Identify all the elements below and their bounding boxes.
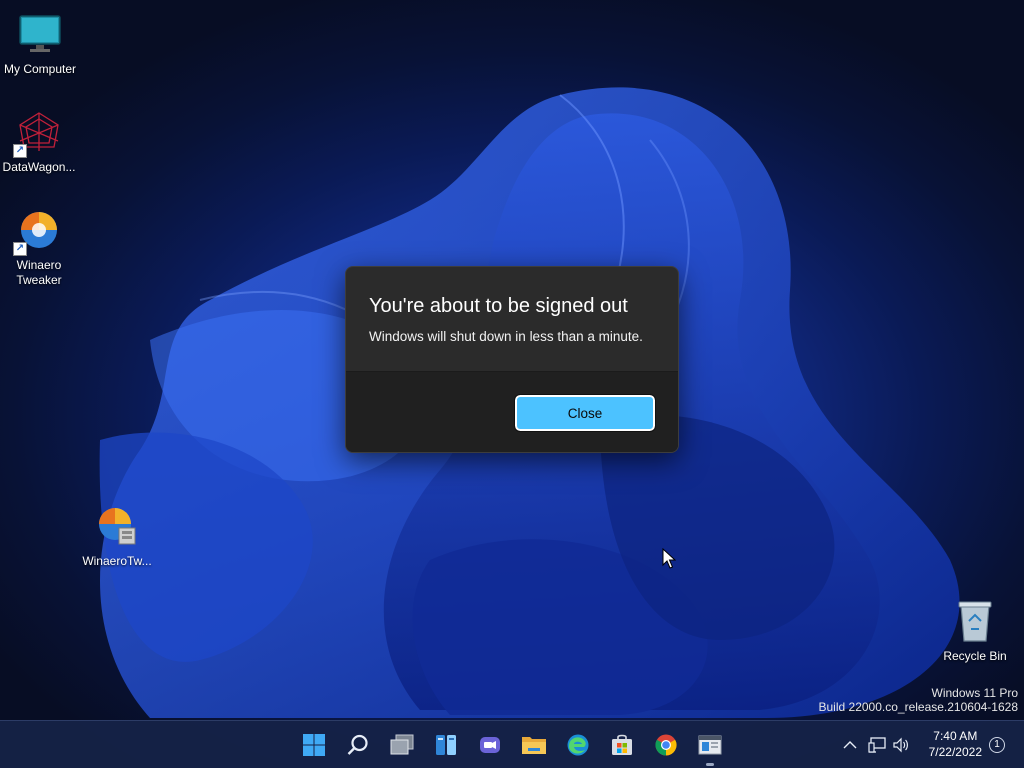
task-view-icon: [390, 734, 414, 755]
shortcut-arrow-icon: ↗: [13, 144, 27, 158]
winaero-tweaker-installer-icon: [93, 502, 141, 550]
sign-out-dialog: You're about to be signed out Windows wi…: [345, 266, 679, 453]
search-icon: [347, 734, 368, 755]
chat-icon: [480, 737, 500, 753]
desktop-icon-label: Recycle Bin: [943, 649, 1007, 663]
notification-badge[interactable]: 1: [989, 737, 1005, 753]
edge-button[interactable]: [561, 728, 595, 762]
clock-date: 7/22/2022: [928, 745, 982, 759]
chat-button[interactable]: [473, 728, 507, 762]
windows-logo-icon: [303, 734, 325, 756]
dialog-message: Windows will shut down in less than a mi…: [369, 329, 643, 344]
desktop-icon-label: DataWagon...: [2, 160, 76, 174]
recycle-bin-icon: [951, 597, 999, 645]
widgets-button[interactable]: [429, 728, 463, 762]
store-button[interactable]: [605, 728, 639, 762]
shortcut-arrow-icon: ↗: [13, 242, 27, 256]
search-button[interactable]: [341, 728, 375, 762]
start-button[interactable]: [297, 728, 331, 762]
desktop-icon-datawagon[interactable]: ↗ DataWagon...: [0, 108, 79, 175]
mouse-cursor-icon: [662, 547, 677, 575]
active-app-button[interactable]: [693, 728, 727, 766]
folder-icon: [522, 737, 546, 754]
network-icon: [868, 737, 886, 753]
dialog-title: You're about to be signed out: [369, 295, 628, 317]
desktop-icon-label: Winaero Tweaker: [16, 258, 62, 287]
chevron-up-icon: [843, 741, 857, 749]
monitor-icon: [16, 10, 64, 58]
widgets-icon: [436, 735, 456, 755]
edge-icon: [567, 734, 589, 756]
store-icon: [612, 734, 632, 755]
desktop-icon-recycle-bin[interactable]: Recycle Bin: [935, 597, 1015, 664]
desktop-icon-label: My Computer: [3, 62, 77, 76]
winaero-tweaker-icon: ↗: [13, 206, 63, 256]
close-button[interactable]: Close: [514, 394, 656, 432]
show-hidden-icons-button[interactable]: [840, 735, 860, 755]
datawagon-icon: ↗: [13, 108, 63, 158]
clock-time: 7:40 AM: [933, 729, 978, 743]
taskbar: 7:40 AM 7/22/2022 1: [0, 720, 1024, 768]
watermark-build: Build 22000.co_release.210604-1628: [818, 700, 1019, 714]
desktop-icon-winaero-tweaker-installer[interactable]: WinaeroTw...: [77, 502, 157, 569]
app-window-icon: [698, 735, 722, 755]
desktop-icon-winaero-tweaker[interactable]: ↗ Winaero Tweaker: [0, 206, 79, 288]
dialog-footer: Close: [346, 371, 678, 452]
chrome-icon: [655, 734, 677, 756]
desktop-icon-my-computer[interactable]: My Computer: [0, 10, 80, 77]
taskbar-clock[interactable]: 7:40 AM 7/22/2022: [929, 728, 982, 760]
volume-tray-button[interactable]: [891, 735, 911, 755]
chrome-button[interactable]: [649, 728, 683, 762]
volume-icon: [893, 737, 908, 753]
task-view-button[interactable]: [385, 728, 419, 762]
network-tray-button[interactable]: [867, 735, 887, 755]
desktop-icon-label: WinaeroTw...: [82, 554, 152, 568]
file-explorer-button[interactable]: [517, 728, 551, 762]
windows-watermark: Windows 11 Pro Build 22000.co_release.21…: [819, 686, 1019, 714]
watermark-edition: Windows 11 Pro: [931, 686, 1018, 700]
